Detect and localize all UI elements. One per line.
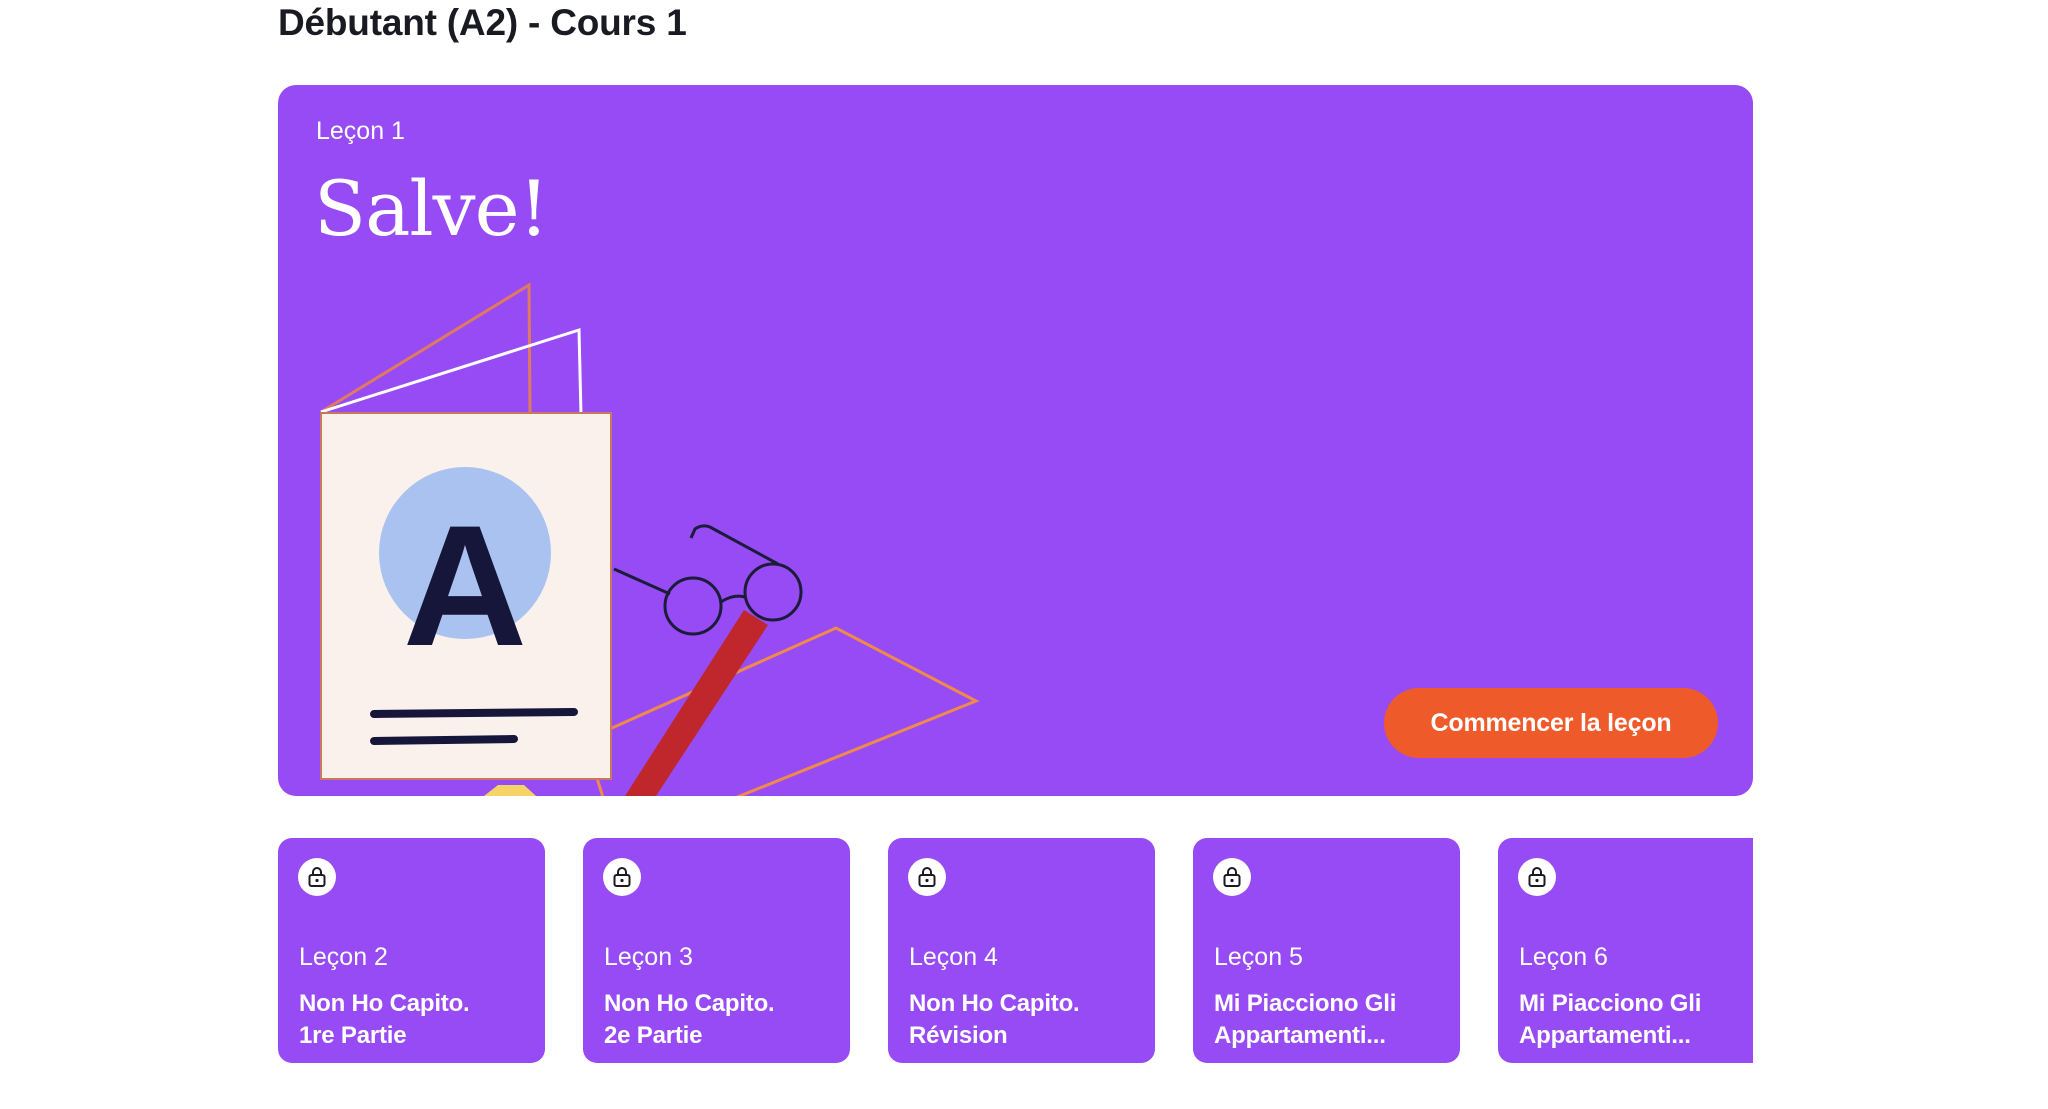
lesson-number: Leçon 3 <box>604 943 693 971</box>
upcoming-lessons-list: Leçon 2 Non Ho Capito. 1re Partie Leçon … <box>278 838 1753 1063</box>
lesson-title: Non Ho Capito. Révision <box>909 988 1144 1052</box>
lesson-title-line: Révision <box>909 1022 1008 1049</box>
lesson-card[interactable]: Leçon 2 Non Ho Capito. 1re Partie <box>278 838 545 1063</box>
start-lesson-button[interactable]: Commencer la leçon <box>1384 688 1718 758</box>
lesson-card[interactable]: Leçon 4 Non Ho Capito. Révision <box>888 838 1155 1063</box>
lesson-title-line: Non Ho Capito. <box>909 990 1080 1017</box>
lesson-number: Leçon 4 <box>909 943 998 971</box>
lesson-title: Mi Piacciono Gli Appartamenti... <box>1214 988 1449 1052</box>
lesson-title-line: Mi Piacciono Gli <box>1519 990 1702 1017</box>
current-lesson-number: Leçon 1 <box>316 117 405 145</box>
lesson-title-line: Appartamenti... <box>1519 1022 1691 1049</box>
lesson-number: Leçon 2 <box>299 943 388 971</box>
lesson-title-line: Non Ho Capito. <box>604 990 775 1017</box>
lock-icon <box>603 858 641 896</box>
lesson-title-line: Non Ho Capito. <box>299 990 470 1017</box>
lesson-title: Non Ho Capito. 2e Partie <box>604 988 839 1052</box>
course-title: Débutant (A2) - Cours 1 <box>278 2 687 43</box>
lesson-title-line: 1re Partie <box>299 1022 407 1049</box>
lock-icon <box>298 858 336 896</box>
lesson-title-line: Appartamenti... <box>1214 1022 1386 1049</box>
lesson-title: Non Ho Capito. 1re Partie <box>299 988 534 1052</box>
course-page: Débutant (A2) - Cours 1 A Leçon 1 Salve!… <box>0 0 2048 1109</box>
lesson-number: Leçon 6 <box>1519 943 1608 971</box>
lesson-title-line: Mi Piacciono Gli <box>1214 990 1397 1017</box>
current-lesson-card[interactable]: A Leçon 1 Salve! Commencer la leçon <box>278 85 1753 796</box>
illustration-letter: A <box>403 490 527 682</box>
lesson-title-line: 2e Partie <box>604 1022 703 1049</box>
lesson-title: Mi Piacciono Gli Appartamenti... <box>1519 988 1753 1052</box>
current-lesson-title: Salve! <box>314 164 549 253</box>
lock-icon <box>908 858 946 896</box>
lesson-card[interactable]: Leçon 5 Mi Piacciono Gli Appartamenti... <box>1193 838 1460 1063</box>
lock-icon <box>1518 858 1556 896</box>
lesson-card[interactable]: Leçon 3 Non Ho Capito. 2e Partie <box>583 838 850 1063</box>
lesson-number: Leçon 5 <box>1214 943 1303 971</box>
lesson-card[interactable]: Leçon 6 Mi Piacciono Gli Appartamenti... <box>1498 838 1753 1063</box>
lock-icon <box>1213 858 1251 896</box>
